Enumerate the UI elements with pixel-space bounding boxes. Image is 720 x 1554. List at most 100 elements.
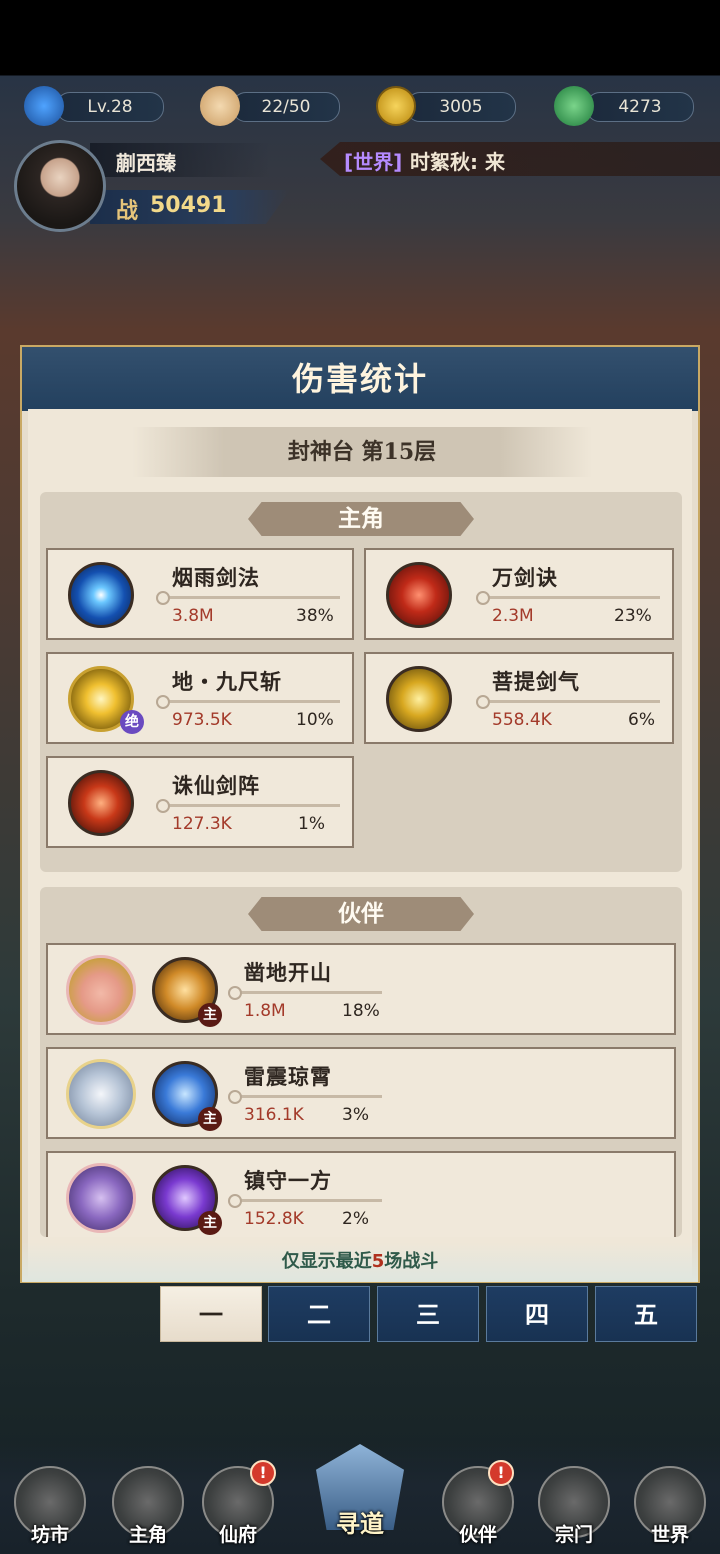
battle-tab-2[interactable]: 二 — [268, 1286, 370, 1342]
damage-track — [232, 1199, 382, 1202]
ultimate-badge: 绝 — [120, 710, 144, 734]
skill-damage: 558.4K — [492, 710, 552, 730]
skill-damage: 152.8K — [244, 1209, 304, 1229]
battle-tabs: 一 二 三 四 五 — [160, 1286, 700, 1342]
skill-card[interactable]: 菩提剑气 558.4K 6% — [364, 652, 674, 744]
damage-track — [160, 596, 340, 599]
pig-partner-portrait-icon — [66, 955, 136, 1025]
nav-market[interactable]: 坊市 — [8, 1460, 92, 1550]
skill-percent: 10% — [296, 710, 334, 730]
power-value: 50491 — [150, 193, 227, 218]
skill-damage: 973.5K — [172, 710, 232, 730]
damage-knob — [228, 986, 242, 1000]
damage-track — [480, 596, 660, 599]
player-name: 蒯西臻 — [116, 151, 176, 175]
stamina-display[interactable]: 22/50 — [232, 92, 340, 122]
ten-thousand-swords-skill-icon — [386, 562, 452, 628]
skill-damage: 127.3K — [172, 814, 232, 834]
skill-percent: 3% — [342, 1105, 369, 1125]
recent-battles-note: 仅显示最近5场战斗 — [22, 1242, 698, 1282]
main-skill-badge: 主 — [198, 1107, 222, 1131]
floor-label: 封神台 第15层 — [132, 427, 592, 477]
skill-percent: 6% — [628, 710, 655, 730]
damage-track — [232, 991, 382, 994]
power-label: 战 — [116, 198, 139, 224]
skill-card[interactable]: 诛仙剑阵 127.3K 1% — [46, 756, 354, 848]
player-avatar[interactable] — [14, 140, 106, 232]
combat-power-bar: 战 50491 — [90, 190, 290, 224]
coin-display[interactable]: 3005 — [406, 92, 516, 122]
skill-damage: 316.1K — [244, 1105, 304, 1125]
nav-label: 主角 — [128, 1524, 167, 1546]
world-chat-bar[interactable]: [世界] 时絮秋: 来 — [320, 142, 720, 176]
damage-knob — [156, 695, 170, 709]
nav-protagonist[interactable]: 主角 — [106, 1460, 190, 1550]
skill-card[interactable]: 绝 地・九尺斩 973.5K 10% — [46, 652, 354, 744]
partner-header: 伙伴 — [248, 897, 474, 931]
nav-label: 世界 — [650, 1524, 689, 1546]
skill-name: 雷震琼霄 — [244, 1064, 332, 1089]
skill-percent: 1% — [298, 814, 325, 834]
partner-skill-card[interactable]: 主 雷震琼霄 316.1K 3% — [46, 1047, 676, 1139]
damage-track — [160, 804, 340, 807]
skill-card[interactable]: 烟雨剑法 3.8M 38% — [46, 548, 354, 640]
nav-world[interactable]: 世界 — [628, 1460, 712, 1550]
nav-explore[interactable]: 寻道 — [308, 1440, 412, 1550]
skill-name: 凿地开山 — [244, 960, 332, 985]
skill-name: 烟雨剑法 — [172, 565, 260, 590]
chat-message: 时絮秋: 来 — [410, 150, 505, 174]
guardian-portrait-icon — [66, 1163, 136, 1233]
damage-knob — [228, 1090, 242, 1104]
rain-sword-skill-icon — [68, 562, 134, 628]
partner-skill-card[interactable]: 主 镇守一方 152.8K 2% — [46, 1151, 676, 1237]
nav-sect[interactable]: 宗门 — [532, 1460, 616, 1550]
battle-tab-5[interactable]: 五 — [595, 1286, 697, 1342]
skill-name: 诛仙剑阵 — [172, 773, 260, 798]
skill-damage: 3.8M — [172, 606, 214, 626]
nav-label: 寻道 — [336, 1509, 384, 1538]
skill-percent: 18% — [342, 1001, 380, 1021]
battle-tab-4[interactable]: 四 — [486, 1286, 588, 1342]
main-skill-badge: 主 — [198, 1211, 222, 1235]
partner-skill-card[interactable]: 主 凿地开山 1.8M 18% — [46, 943, 676, 1035]
damage-track — [160, 700, 340, 703]
damage-track — [232, 1095, 382, 1098]
panel-title: 伤害统计 — [291, 360, 428, 398]
damage-knob — [476, 591, 490, 605]
zhuxian-sword-array-skill-icon — [68, 770, 134, 836]
skill-damage: 1.8M — [244, 1001, 286, 1021]
battle-tab-3[interactable]: 三 — [377, 1286, 479, 1342]
coin-icon — [376, 86, 416, 126]
skill-percent: 23% — [614, 606, 652, 626]
skill-percent: 38% — [296, 606, 334, 626]
leaf-jade-icon — [554, 86, 594, 126]
swirl-level-icon — [24, 86, 64, 126]
skill-name: 镇守一方 — [244, 1168, 332, 1193]
skill-name: 菩提剑气 — [492, 669, 580, 694]
damage-knob — [228, 1194, 242, 1208]
nav-label: 伙伴 — [458, 1524, 497, 1546]
chat-channel: [世界] — [344, 150, 403, 174]
damage-track — [480, 700, 660, 703]
main-skill-badge: 主 — [198, 1003, 222, 1027]
note-suffix: 场战斗 — [384, 1251, 439, 1272]
nav-label: 宗门 — [554, 1524, 593, 1546]
bun-stamina-icon — [200, 86, 240, 126]
protagonist-group: 主角 烟雨剑法 3.8M 38% 万剑诀 2.3M 23% 绝 地・九尺斩 97… — [40, 492, 682, 872]
skill-card[interactable]: 万剑诀 2.3M 23% — [364, 548, 674, 640]
skill-name: 万剑诀 — [492, 565, 558, 590]
partner-group: 伙伴 主 凿地开山 1.8M 18% 主 雷震琼霄 316.1K 3% 主 镇守… — [40, 887, 682, 1237]
note-prefix: 仅显示最近 — [281, 1251, 372, 1272]
damage-knob — [156, 591, 170, 605]
damage-stats-panel: 伤害统计 封神台 第15层 主角 烟雨剑法 3.8M 38% 万剑诀 2.3M … — [20, 345, 700, 1283]
skill-percent: 2% — [342, 1209, 369, 1229]
battle-tab-1[interactable]: 一 — [160, 1286, 262, 1342]
nav-mansion[interactable]: ! 仙府 — [196, 1460, 280, 1550]
nav-partner[interactable]: ! 伙伴 — [436, 1460, 520, 1550]
skill-damage: 2.3M — [492, 606, 534, 626]
protagonist-header: 主角 — [248, 502, 474, 536]
thunder-general-portrait-icon — [66, 1059, 136, 1129]
level-display: Lv.28 — [56, 92, 164, 122]
jade-display[interactable]: 4273 — [586, 92, 694, 122]
bodhi-sword-qi-skill-icon — [386, 666, 452, 732]
